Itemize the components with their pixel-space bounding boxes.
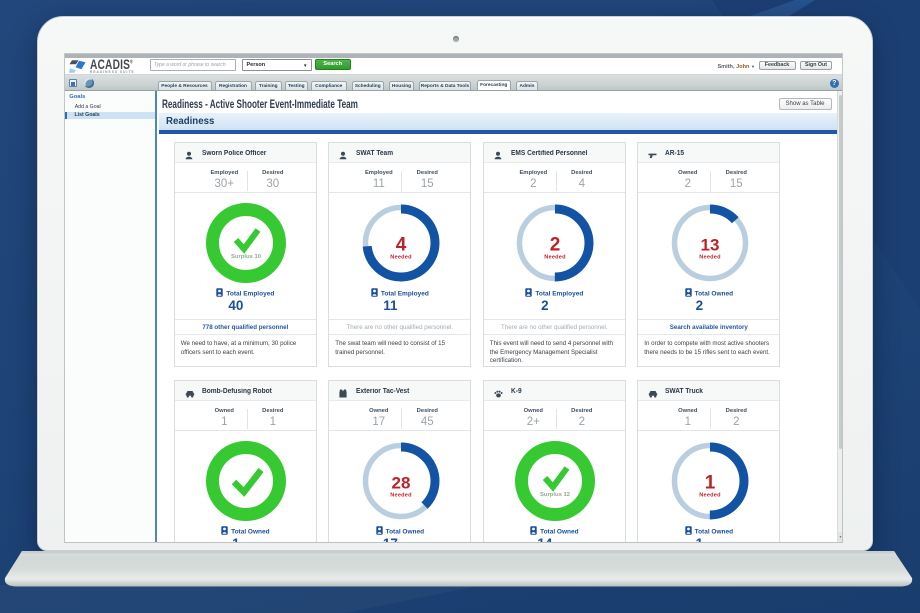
svg-text:Needed: Needed [390, 255, 412, 261]
svg-text:2: 2 [550, 235, 561, 256]
svg-text:4: 4 [396, 235, 407, 256]
svg-text:Needed: Needed [545, 255, 567, 261]
svg-text:Surplus 10: Surplus 10 [231, 254, 262, 260]
svg-text:13: 13 [700, 236, 719, 255]
svg-text:Needed: Needed [699, 493, 721, 499]
svg-text:Needed: Needed [699, 255, 721, 261]
svg-text:28: 28 [391, 474, 410, 493]
svg-text:1: 1 [705, 473, 716, 494]
svg-text:Needed: Needed [390, 493, 412, 499]
svg-text:Surplus 12: Surplus 12 [540, 492, 571, 498]
